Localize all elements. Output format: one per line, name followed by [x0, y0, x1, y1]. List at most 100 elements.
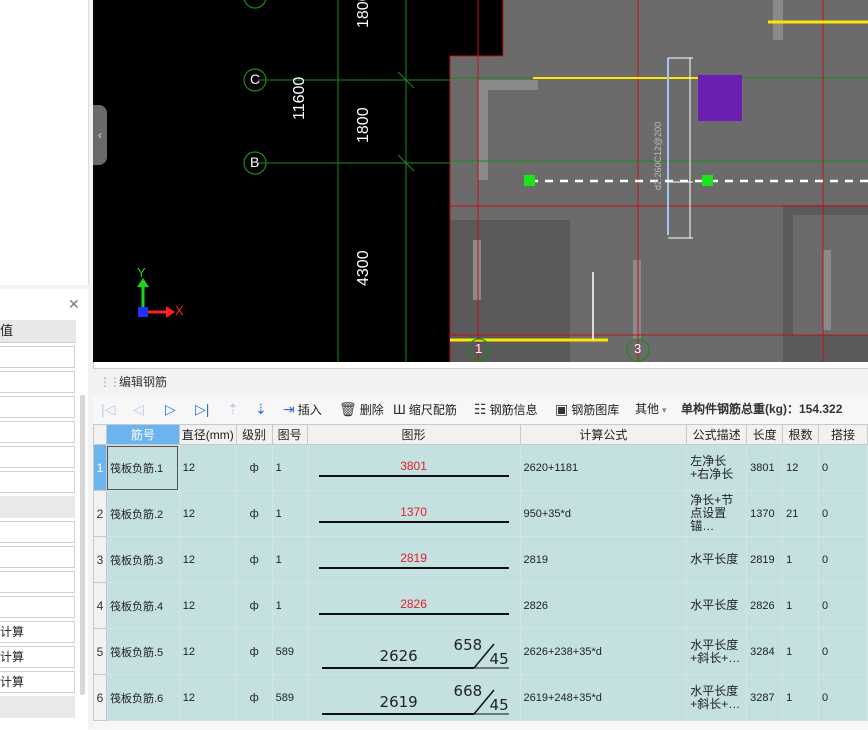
formula-cell[interactable]: 2619+248+35*d [519, 674, 688, 721]
diameter-cell[interactable]: 12 [178, 582, 237, 629]
property-row[interactable] [0, 396, 75, 418]
table-row[interactable]: 2 筏板负筋.2 12 ф 1 1370 950+35*d 净长+节点设置锚… … [93, 490, 868, 537]
row-number[interactable]: 2 [93, 490, 107, 537]
property-row[interactable] [0, 521, 75, 543]
formula-cell[interactable]: 2626+238+35*d [519, 628, 688, 675]
table-row[interactable]: 4 筏板负筋.4 12 ф 1 2826 2826 水平长度 2826 1 0 [93, 582, 868, 629]
rebar-name[interactable]: 筏板负筋.4 [105, 582, 180, 629]
column-header[interactable]: 筋号 [105, 424, 180, 445]
property-row[interactable] [0, 346, 75, 368]
rebar-info-button[interactable]: ☷ 钢筋信息 [474, 397, 538, 421]
level-cell[interactable]: ф [235, 674, 273, 721]
column-header[interactable]: 长度 [746, 424, 784, 445]
column-header[interactable]: 图号 [271, 424, 308, 445]
figure-no-cell[interactable]: 1 [271, 444, 308, 491]
table-row[interactable]: 6 筏板负筋.6 12 ф 589 2619 668 45 2619+248+3… [93, 674, 868, 721]
next-record-icon[interactable]: ▷ [165, 397, 179, 421]
prev-record-icon[interactable]: ◁ [133, 397, 147, 421]
row-number[interactable]: 4 [93, 582, 107, 629]
collapse-handle[interactable]: ‹ [93, 105, 107, 165]
rebar-name[interactable]: 筏板负筋.2 [105, 490, 180, 537]
property-row[interactable] [0, 471, 75, 493]
count-cell[interactable]: 1 [782, 582, 820, 629]
description-cell[interactable]: 水平长度+斜长+… [686, 674, 748, 721]
diameter-cell[interactable]: 12 [178, 674, 237, 721]
lap-cell[interactable]: 0 [818, 490, 868, 537]
formula-cell[interactable]: 2819 [519, 536, 688, 583]
property-scrollbar[interactable] [80, 395, 85, 695]
figure-no-cell[interactable]: 1 [271, 490, 308, 537]
description-cell[interactable]: 水平长度 [686, 582, 748, 629]
length-cell[interactable]: 2819 [746, 536, 784, 583]
column-header[interactable]: 直径(mm) [178, 424, 237, 445]
diameter-cell[interactable]: 12 [178, 628, 237, 675]
shape-cell[interactable]: 1370 [306, 490, 521, 537]
cad-viewport[interactable]: C B 1 3 1800 11600 1800 4300 d2:260C12@2… [93, 0, 868, 362]
insert-button[interactable]: ⇥ 插入 [283, 397, 322, 421]
property-row[interactable] [0, 446, 75, 468]
description-cell[interactable]: 净长+节点设置锚… [686, 490, 748, 537]
property-row[interactable] [0, 546, 75, 568]
property-row[interactable] [0, 421, 75, 443]
level-cell[interactable]: ф [235, 444, 273, 491]
move-down-icon[interactable]: ⇣ [255, 397, 270, 421]
count-cell[interactable]: 1 [782, 536, 820, 583]
column-header[interactable]: 根数 [782, 424, 820, 445]
level-cell[interactable]: ф [235, 490, 273, 537]
rebar-name[interactable]: 筏板负筋.5 [105, 628, 180, 675]
property-row[interactable] [0, 371, 75, 393]
count-cell[interactable]: 1 [782, 674, 820, 721]
shape-cell[interactable]: 3801 [306, 444, 521, 491]
diameter-cell[interactable]: 12 [178, 444, 237, 491]
length-cell[interactable]: 2826 [746, 582, 784, 629]
level-cell[interactable]: ф [235, 536, 273, 583]
property-row[interactable]: 计算 [0, 671, 75, 693]
drag-grip-icon[interactable]: ⋮⋮ [99, 369, 121, 395]
shape-cell[interactable]: 2619 668 45 [306, 674, 521, 721]
length-cell[interactable]: 3801 [746, 444, 784, 491]
table-row[interactable]: 5 筏板负筋.5 12 ф 589 2626 658 45 2626+238+3… [93, 628, 868, 675]
rebar-name[interactable]: 筏板负筋.6 [105, 674, 180, 721]
delete-button[interactable]: 🗑 删除 [339, 397, 384, 421]
move-up-icon[interactable]: ⇡ [227, 397, 242, 421]
figure-no-cell[interactable]: 589 [271, 628, 308, 675]
property-row[interactable]: 计算 [0, 646, 75, 668]
column-header[interactable]: 公式描述 [686, 424, 748, 445]
lap-cell[interactable]: 0 [818, 674, 868, 721]
shape-cell[interactable]: 2826 [306, 582, 521, 629]
diameter-cell[interactable]: 12 [178, 536, 237, 583]
formula-cell[interactable]: 2826 [519, 582, 688, 629]
diameter-cell[interactable]: 12 [178, 490, 237, 537]
length-cell[interactable]: 1370 [746, 490, 784, 537]
column-header[interactable]: 图形 [306, 424, 521, 445]
count-cell[interactable]: 1 [782, 628, 820, 675]
scale-rebar-button[interactable]: Ш 缩尺配筋 [393, 397, 457, 421]
rebar-name[interactable]: 筏板负筋.1 [105, 444, 180, 491]
figure-no-cell[interactable]: 1 [271, 582, 308, 629]
formula-cell[interactable]: 2620+1181 [519, 444, 688, 491]
table-row[interactable]: 3 筏板负筋.3 12 ф 1 2819 2819 水平长度 2819 1 0 [93, 536, 868, 583]
property-row[interactable] [0, 571, 75, 593]
rebar-name[interactable]: 筏板负筋.3 [105, 536, 180, 583]
shape-cell[interactable]: 2626 658 45 [306, 628, 521, 675]
row-number[interactable]: 6 [93, 674, 107, 721]
formula-cell[interactable]: 950+35*d [519, 490, 688, 537]
length-cell[interactable]: 3284 [746, 628, 784, 675]
cad-drawing[interactable] [93, 0, 868, 362]
rebar-library-button[interactable]: ▣ 钢筋图库 [555, 397, 619, 421]
lap-cell[interactable]: 0 [818, 444, 868, 491]
close-icon[interactable]: ✕ [68, 296, 80, 313]
property-row[interactable] [0, 596, 75, 618]
lap-cell[interactable]: 0 [818, 582, 868, 629]
figure-no-cell[interactable]: 1 [271, 536, 308, 583]
lap-cell[interactable]: 0 [818, 628, 868, 675]
lap-cell[interactable]: 0 [818, 536, 868, 583]
description-cell[interactable]: 水平长度+斜长+… [686, 628, 748, 675]
count-cell[interactable]: 21 [782, 490, 820, 537]
row-number[interactable]: 3 [93, 536, 107, 583]
length-cell[interactable]: 3287 [746, 674, 784, 721]
column-header[interactable]: 搭接 [818, 424, 868, 445]
figure-no-cell[interactable]: 589 [271, 674, 308, 721]
description-cell[interactable]: 水平长度 [686, 536, 748, 583]
row-number[interactable]: 1 [93, 444, 107, 491]
